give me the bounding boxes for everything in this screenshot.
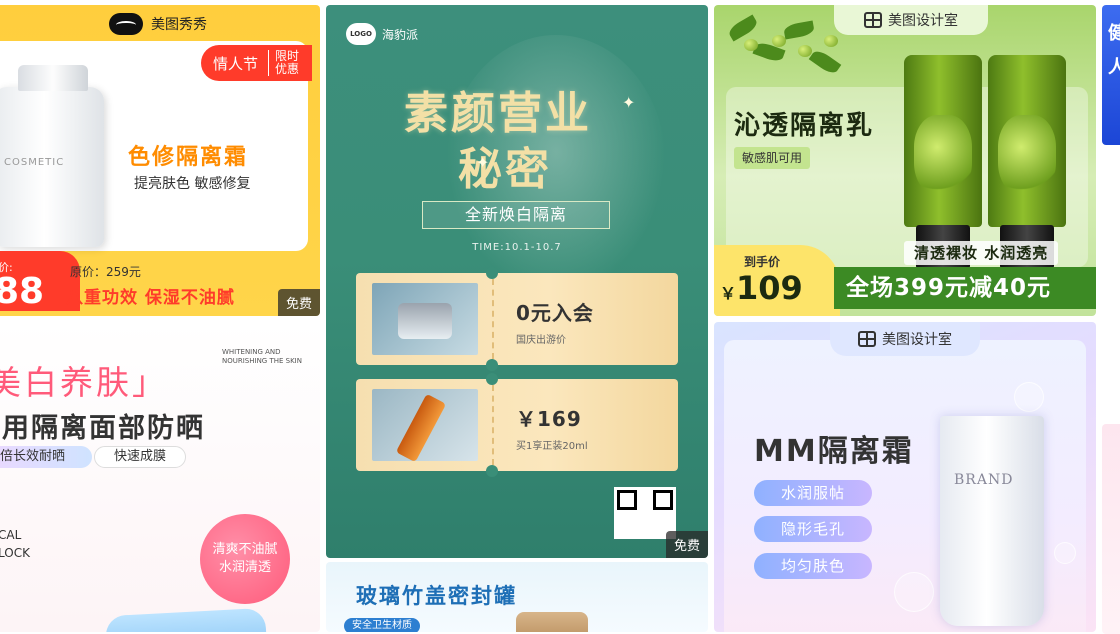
- coupon-1-offer: 0元入会: [516, 301, 594, 325]
- sparkle-icon: ✦: [622, 93, 636, 112]
- olive-icon: [824, 35, 838, 47]
- feature-line: 八重功效 保湿不油腻: [66, 288, 235, 308]
- bubble-icon: [1014, 382, 1044, 412]
- cream-jar-image: [398, 303, 452, 339]
- feature-chip: 清透裸妆 水润透亮: [904, 241, 1059, 265]
- currency-symbol: ￥: [720, 284, 737, 303]
- template-card-mm-primer[interactable]: 美图设计室 MM隔离霜 水润服帖 隐形毛孔 均匀肤色 BRAND: [714, 322, 1096, 632]
- title-line-1: 素颜营业: [404, 88, 592, 139]
- olive-leaf-icon: [783, 20, 815, 40]
- brand-name: 海豹派: [382, 27, 419, 42]
- coupon-notch: [486, 465, 498, 477]
- template-card-clear-primer-lotion[interactable]: 美图设计室 沁透隔离乳 敏感肌可用 清透裸妆 水润透亮 到手价 ￥109 全场3…: [714, 5, 1096, 316]
- headline-secondary: 用隔离面部防晒: [2, 413, 205, 444]
- coupon-1: 0元入会 国庆出游价: [356, 267, 678, 371]
- partial-char-2: 人: [1108, 57, 1120, 78]
- template-card-partial-blue[interactable]: 健 人: [1102, 5, 1120, 145]
- coupon-2-price: ￥169: [516, 407, 582, 431]
- template-card-glass-jar[interactable]: 玻璃竹盖密封罐 安全卫生材质: [326, 562, 708, 632]
- feature-circle-text: 清爽不油腻 水润清透: [212, 542, 278, 575]
- coupon-2-photo: [372, 389, 478, 463]
- campaign-time: TIME:10.1-10.7: [472, 242, 562, 253]
- olive-print: [998, 115, 1056, 195]
- headline: 美白养肤」: [0, 363, 168, 402]
- product-title: 玻璃竹盖密封罐: [356, 584, 517, 608]
- english-line-2: LOCK: [0, 546, 30, 560]
- coupon-notch: [486, 359, 498, 371]
- coupon-1-note: 国庆出游价: [516, 335, 566, 346]
- coupon-notch: [486, 267, 498, 279]
- english-block: CAL LOCK: [0, 526, 30, 562]
- title-line-2: 秘密: [458, 144, 552, 195]
- product-tube-image: [105, 607, 267, 632]
- promo-badge: 情人节 限时优惠: [200, 45, 312, 81]
- template-card-bare-face-secret[interactable]: LOGO 海豹派 素颜营业 秘密 ✦ ✦ 全新焕白隔离 TIME:10.1-10…: [326, 5, 708, 558]
- coupon-perforation: [492, 385, 494, 465]
- product-subtitle: 提亮肤色 敏感修复: [134, 176, 251, 192]
- white-tube-image: BRAND: [940, 416, 1044, 626]
- jar-lid-image: [516, 612, 588, 632]
- olive-leaf-icon: [726, 14, 760, 42]
- coupon-perforation: [492, 279, 494, 359]
- sparkle-icon: ✦: [476, 153, 490, 172]
- free-badge: 免费: [277, 289, 320, 316]
- brand-name: 美图秀秀: [151, 17, 207, 33]
- cosmetic-bottle-image: COSMETIC: [0, 65, 104, 247]
- meitu-logo-icon: [109, 13, 143, 35]
- original-price: 原价：259元: [70, 265, 141, 279]
- card-header: 美图设计室: [834, 5, 988, 35]
- product-title: 沁透隔离乳: [734, 111, 875, 141]
- bubble-icon: [1054, 542, 1076, 564]
- feature-pill-3: 均匀肤色: [754, 553, 872, 579]
- meitu-design-logo-icon: [858, 331, 876, 347]
- feature-pill-1: 倍长效耐晒: [0, 446, 92, 468]
- olive-tube-image: [988, 55, 1066, 269]
- card-header: 美图设计室: [830, 322, 980, 356]
- price-value: ￥109: [720, 269, 803, 307]
- olive-tube-image: [904, 55, 982, 269]
- english-tagline: WHITENING AND NOURISHING THE SKIN: [222, 348, 302, 365]
- price-number: 109: [736, 269, 803, 307]
- feature-pill-1: 水润服帖: [754, 480, 872, 506]
- olive-icon: [744, 39, 758, 51]
- feature-pill-2: 隐形毛孔: [754, 516, 872, 542]
- orange-tube-image: [395, 393, 447, 463]
- coupon-notch: [486, 373, 498, 385]
- feature-circle: 清爽不油腻 水润清透: [200, 514, 290, 604]
- product-title: 色修隔离霜: [128, 145, 249, 170]
- badge-main-text: 情人节: [212, 54, 258, 73]
- promo-banner: 全场399元减40元: [834, 267, 1096, 309]
- card-header: 美图秀秀: [0, 5, 320, 43]
- feature-pill-2: 快速成膜: [94, 446, 186, 468]
- price-label: 到手价: [744, 255, 781, 269]
- price-box: 到手价 ￥109: [714, 245, 840, 316]
- logo-row: LOGO 海豹派: [346, 23, 418, 45]
- partial-char-1: 健: [1108, 23, 1120, 44]
- template-card-partial-pink[interactable]: [1102, 424, 1120, 634]
- free-badge: 免费: [665, 531, 708, 558]
- coupon-2-note: 买1享正装20ml: [516, 441, 588, 452]
- bubble-icon: [894, 572, 934, 612]
- olive-leaf-icon: [808, 47, 842, 77]
- bottle-cap: [18, 65, 88, 91]
- olive-icon: [798, 45, 812, 57]
- coupon-2: ￥169 买1享正装20ml: [356, 373, 678, 477]
- template-card-whitening-sunscreen[interactable]: WHITENING AND NOURISHING THE SKIN 美白养肤」 …: [0, 322, 320, 632]
- product-subtitle: 敏感肌可用: [734, 147, 811, 169]
- bottle-label: COSMETIC: [4, 157, 65, 168]
- product-title: MM隔离霜: [754, 434, 914, 469]
- meitu-design-logo-icon: [864, 12, 882, 28]
- price-value: 88: [0, 271, 45, 312]
- campaign-box: 全新焕白隔离: [422, 201, 610, 229]
- brand-name: 美图设计室: [882, 332, 952, 348]
- coupon-1-photo: [372, 283, 478, 355]
- olive-print: [914, 115, 972, 195]
- brand-name: 美图设计室: [888, 13, 958, 29]
- logo-icon: LOGO: [346, 23, 376, 45]
- tube-brand-label: BRAND: [954, 472, 1014, 488]
- template-card-color-correcting-primer[interactable]: 美图秀秀 情人节 限时优惠 COSMETIC 色修隔离霜 提亮肤色 敏感修复 价…: [0, 5, 320, 316]
- olive-icon: [772, 35, 786, 47]
- english-line-1: CAL: [0, 528, 22, 542]
- badge-side-text: 限时优惠: [268, 50, 312, 76]
